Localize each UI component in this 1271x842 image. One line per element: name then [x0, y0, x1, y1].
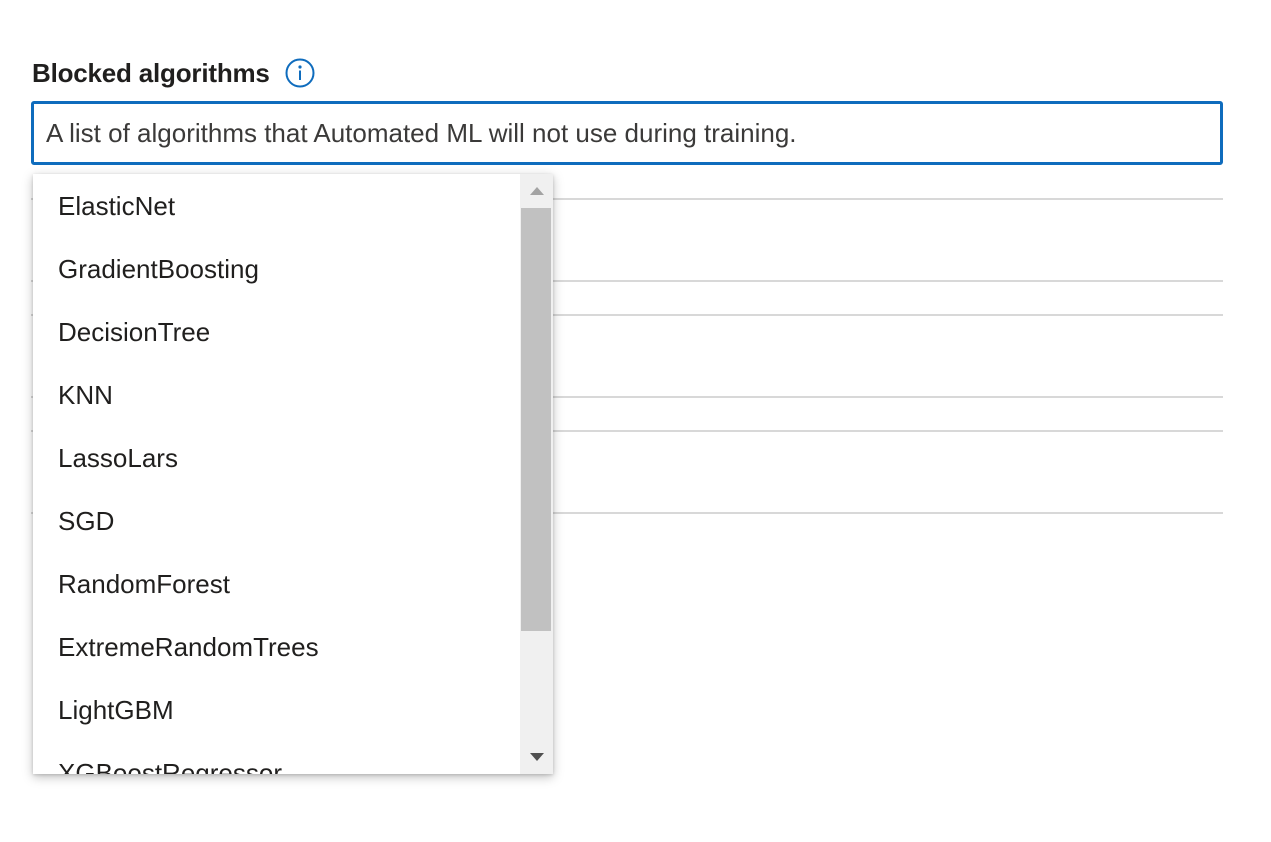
- option-decisiontree[interactable]: DecisionTree: [33, 301, 520, 364]
- option-knn[interactable]: KNN: [33, 364, 520, 427]
- scrollbar-thumb[interactable]: [521, 208, 551, 631]
- info-icon[interactable]: [285, 58, 315, 88]
- field-label: Blocked algorithms: [32, 57, 270, 88]
- algorithm-dropdown-list: ElasticNet GradientBoosting DecisionTree…: [33, 174, 553, 774]
- option-elasticnet[interactable]: ElasticNet: [33, 175, 520, 238]
- blocked-algorithms-input[interactable]: [34, 104, 1220, 162]
- option-xgboostregressor[interactable]: XGBoostRegressor: [33, 742, 520, 774]
- blocked-algorithms-label-row: Blocked algorithms: [32, 56, 315, 90]
- blocked-algorithms-combobox[interactable]: [31, 101, 1223, 165]
- option-list: ElasticNet GradientBoosting DecisionTree…: [33, 174, 520, 774]
- option-gradientboosting[interactable]: GradientBoosting: [33, 238, 520, 301]
- option-extremerandomtrees[interactable]: ExtremeRandomTrees: [33, 616, 520, 679]
- option-lightgbm[interactable]: LightGBM: [33, 679, 520, 742]
- option-sgd[interactable]: SGD: [33, 490, 520, 553]
- triangle-down-icon[interactable]: [520, 740, 553, 774]
- triangle-up-icon[interactable]: [520, 174, 553, 208]
- option-lassolars[interactable]: LassoLars: [33, 427, 520, 490]
- settings-panel: Blocked algorithms ElasticNet GradientBo…: [0, 0, 1271, 842]
- dropdown-scrollbar[interactable]: [520, 174, 553, 774]
- option-randomforest[interactable]: RandomForest: [33, 553, 520, 616]
